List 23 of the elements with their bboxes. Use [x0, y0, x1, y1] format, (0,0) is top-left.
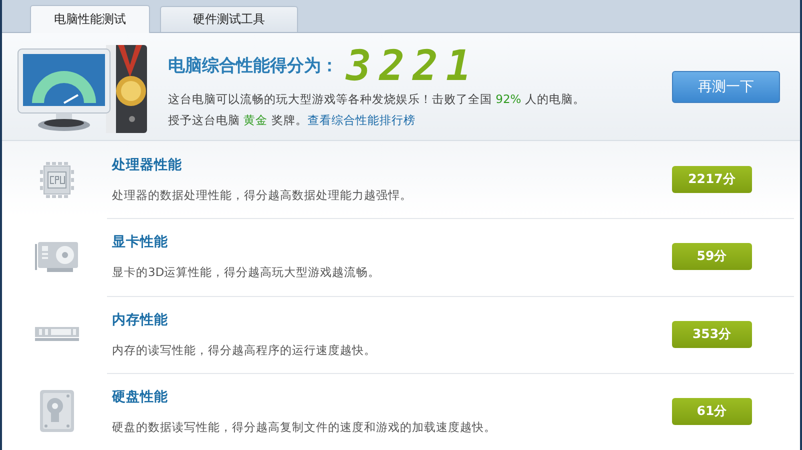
category-description: 处理器的数据处理性能，得分越高数据处理能力越强悍。 [112, 188, 413, 204]
category-title: 处理器性能 [112, 156, 183, 174]
category-title: 内存性能 [112, 310, 169, 329]
category-description: 硬盘的数据读写性能，得分越高复制文件的速度和游戏的加载速度越快。 [112, 420, 497, 435]
memory-module-icon [35, 325, 79, 344]
result-sentence: 这台电脑可以流畅的玩大型游戏等各种发烧娱乐！击败了全国 92% 人的电脑。 [168, 92, 586, 106]
cpu-chip-icon [40, 162, 74, 198]
score-value: 3221 [346, 41, 480, 90]
tab[interactable]: 电脑性能测试 [30, 5, 150, 33]
category-description: 内存的读写性能，得分越高程序的运行速度越快。 [112, 342, 377, 358]
ranking-link[interactable]: 查看综合性能排行榜 [307, 112, 416, 126]
category-title: 显卡性能 [112, 233, 169, 252]
score-badge: 59分 [672, 243, 752, 270]
score-badge: 61分 [672, 398, 752, 425]
category-description: 显卡的3D运算性能，得分越高玩大型游戏越流畅。 [112, 265, 382, 280]
score-title: 电脑综合性能得分为： [168, 55, 338, 77]
score-badge: 353分 [672, 320, 752, 348]
hard-drive-icon [40, 390, 74, 432]
category-title: 硬盘性能 [112, 388, 169, 406]
score-badge: 2217分 [672, 166, 752, 194]
award-sentence: 授予这台电脑 黄金 奖牌。查看综合性能排行榜 [168, 112, 416, 128]
tab[interactable]: 硬件测试工具 [160, 6, 298, 32]
graphics-card-icon [35, 240, 79, 274]
